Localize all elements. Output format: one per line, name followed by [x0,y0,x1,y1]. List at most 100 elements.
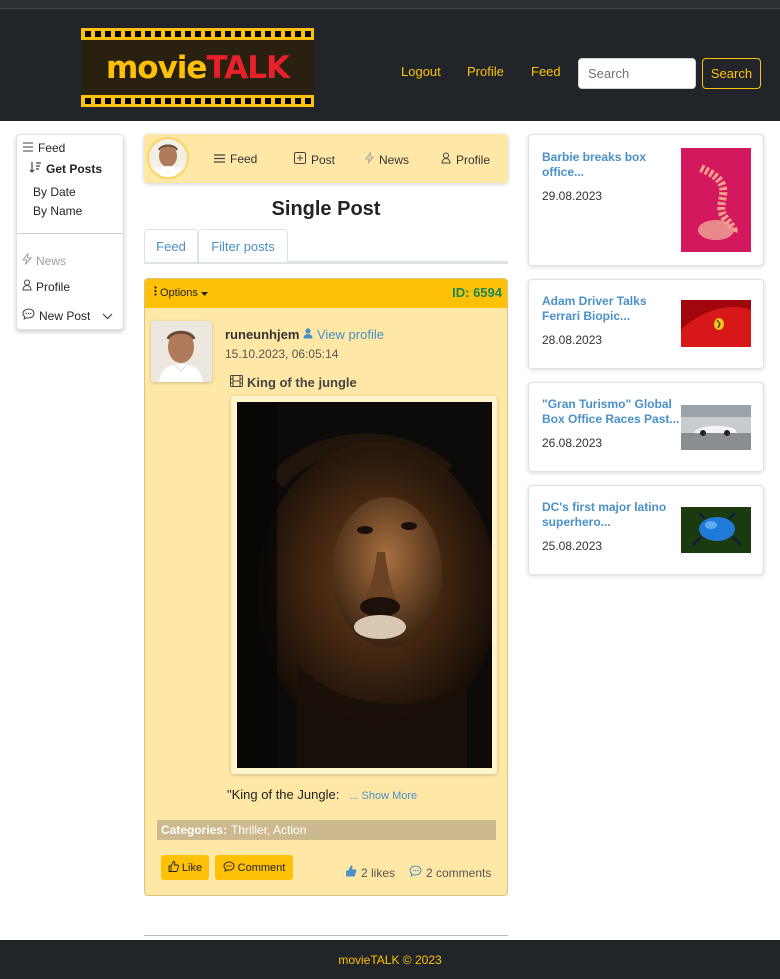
news-date: 28.08.2023 [542,333,603,347]
thumbs-up-icon [168,860,179,875]
post-subnav: Feed Post News Profile [144,134,508,183]
comment-button[interactable]: Comment [215,855,293,880]
post-image-lion[interactable] [237,402,492,768]
categories-value: Thriller, Action [231,823,307,837]
film-icon [230,375,243,390]
chat-bubble-icon [409,865,422,880]
person-icon [22,279,32,294]
content-divider [144,935,508,936]
film-strip-bottom [81,95,314,107]
post-tabs: Feed Filter posts [144,229,508,264]
hamburger-icon [22,141,34,155]
post-title-text: King of the jungle [247,375,357,390]
subnav-profile-label: Profile [456,152,491,167]
person-icon [441,152,451,167]
tab-feed[interactable]: Feed [144,229,198,262]
options-dropdown[interactable]: Options [154,286,208,299]
news-card[interactable]: DC's first major latino superhero... 25.… [528,485,764,575]
view-profile-label: View profile [317,327,384,342]
news-card[interactable]: Adam Driver Talks Ferrari Biopic... 28.0… [528,279,764,369]
sidebar-item-get-posts[interactable]: Get Posts [29,161,102,176]
thumbs-up-fill-icon [345,865,357,880]
sidebar-item-profile[interactable]: Profile [22,279,70,294]
sidebar-new-post-label: New Post [39,308,91,323]
post-timestamp: 15.10.2023, 06:05:14 [225,347,339,361]
sidebar-item-feed[interactable]: Feed [22,141,65,155]
news-date: 26.08.2023 [542,436,603,450]
sidebar-divider [17,233,123,234]
subnav-news[interactable]: News [364,151,410,167]
show-more-link[interactable]: ... Show More [349,790,417,802]
sidebar-profile-label: Profile [36,279,71,294]
chat-bubble-icon [22,308,35,323]
kebab-icon [154,286,157,299]
subnav-news-label: News [379,152,410,167]
news-card[interactable]: "Gran Turismo" Global Box Office Races P… [528,382,764,472]
tab-filter-posts[interactable]: Filter posts [198,229,288,262]
plus-square-icon [294,152,306,167]
lightning-icon [364,151,375,167]
news-card[interactable]: Barbie breaks box office... 29.08.2023 [528,134,764,266]
news-title[interactable]: Barbie breaks box office... [542,150,680,180]
caret-down-icon [200,287,208,299]
sidebar-menu: Feed Get Posts By Date By Name News Prof… [16,134,124,330]
post-id: ID: 6594 [452,285,502,300]
sidebar-get-posts-label: Get Posts [46,161,103,176]
post-excerpt: "King of the Jungle: ... Show More [227,787,417,802]
news-image-beetle[interactable] [681,507,751,553]
nav-logout-link[interactable]: Logout [401,64,441,79]
news-date: 25.08.2023 [542,539,603,553]
likes-count[interactable]: 2 likes [345,865,395,880]
news-image-barbie[interactable] [681,148,751,252]
top-navbar: movie TALK Logout Profile Feed Search [0,9,780,121]
news-image-ferrari[interactable] [681,300,751,347]
search-input[interactable] [578,58,696,89]
sidebar-item-news[interactable]: News [21,251,67,268]
person-fill-icon [303,327,313,342]
sidebar-item-by-date[interactable]: By Date [33,185,76,199]
site-logo[interactable]: movie TALK [81,28,314,107]
nav-profile-link[interactable]: Profile [467,64,504,79]
news-date: 29.08.2023 [542,189,603,203]
post-categories: Categories: Thriller, Action [157,820,496,840]
sidebar-feed-label: Feed [38,141,66,155]
user-avatar-small[interactable] [147,137,189,179]
chat-bubble-icon [223,860,235,875]
news-title[interactable]: Adam Driver Talks Ferrari Biopic... [542,294,680,324]
news-image-gran-turismo[interactable] [681,405,751,450]
subnav-post[interactable]: Post [294,152,335,167]
news-title[interactable]: DC's first major latino superhero... [542,500,680,530]
like-button[interactable]: Like [161,855,209,880]
logo-text-talk: TALK [206,49,290,86]
options-label: Options [160,286,198,299]
author-avatar[interactable] [151,321,212,382]
view-profile-link[interactable]: View profile [303,327,384,342]
logo-text-movie: movie [106,49,207,86]
subnav-post-label: Post [311,152,336,167]
subnav-profile[interactable]: Profile [441,152,490,167]
sort-icon [29,161,42,176]
comments-count-text: 2 comments [426,865,492,880]
footer-text: movieTALK © 2023 [338,952,442,967]
nav-feed-link[interactable]: Feed [531,64,561,79]
sidebar-by-date-label: By Date [33,185,76,199]
window-top-strip [0,0,780,9]
post-excerpt-text: "King of the Jungle: [227,787,340,802]
post-card: Options ID: 6594 runeunhjem View profile… [144,278,508,896]
subnav-feed[interactable]: Feed [214,152,257,166]
news-title[interactable]: "Gran Turismo" Global Box Office Races P… [542,397,680,427]
sidebar-item-by-name[interactable]: By Name [33,204,82,218]
author-username[interactable]: runeunhjem [225,327,299,342]
page-title: Single Post [271,198,381,220]
sidebar-item-new-post[interactable]: New Post [22,308,113,323]
subnav-feed-label: Feed [230,152,258,166]
film-strip-top [81,28,314,40]
post-header: Options ID: 6594 [145,279,507,308]
lightning-icon [21,251,33,268]
hamburger-icon [214,152,225,166]
search-button[interactable]: Search [702,58,761,89]
sidebar-news-label: News [36,253,67,268]
comments-count[interactable]: 2 comments [409,865,491,880]
post-title: King of the jungle [230,375,357,390]
categories-label: Categories: [161,823,228,837]
